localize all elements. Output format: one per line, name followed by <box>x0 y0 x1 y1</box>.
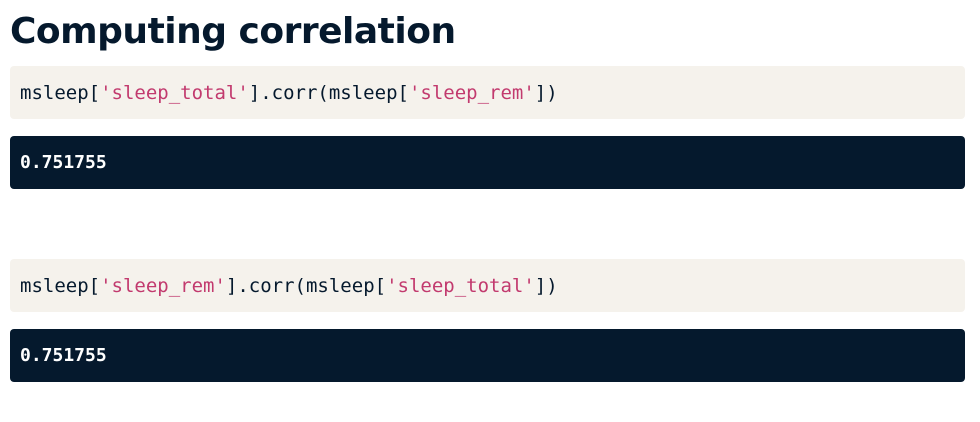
code-text: msleep[ <box>20 81 101 104</box>
output-cell-2: 0.751755 <box>10 329 965 382</box>
code-cell-1: msleep['sleep_total'].corr(msleep['sleep… <box>10 66 965 119</box>
string-literal: 'sleep_rem' <box>100 274 226 297</box>
output-value: 0.751755 <box>20 152 107 173</box>
output-cell-1: 0.751755 <box>10 136 965 189</box>
code-cell-2: msleep['sleep_rem'].corr(msleep['sleep_t… <box>10 259 965 312</box>
code-text: ]) <box>534 81 558 104</box>
string-literal: 'sleep_total' <box>100 81 249 104</box>
output-value: 0.751755 <box>20 345 107 366</box>
slide-title: Computing correlation <box>10 11 456 52</box>
string-literal: 'sleep_rem' <box>408 81 535 104</box>
code-text: ].corr(msleep[ <box>225 274 387 297</box>
code-text: ]) <box>534 274 558 297</box>
code-text: ].corr(msleep[ <box>248 81 409 104</box>
string-literal: 'sleep_total' <box>386 274 535 297</box>
code-text: msleep[ <box>20 274 101 297</box>
